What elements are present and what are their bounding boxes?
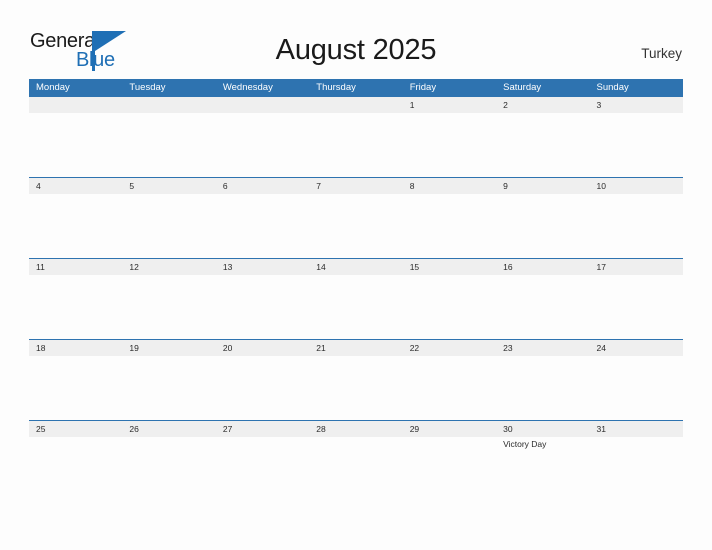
day-event [403, 275, 496, 339]
page-header: General Blue August 2025 Turkey [0, 0, 712, 78]
day-number[interactable]: 28 [309, 421, 402, 437]
week-event-area [29, 275, 683, 339]
day-event [590, 275, 683, 339]
week-row: 1 2 3 [29, 96, 683, 177]
day-event-victory-day: Victory Day [503, 439, 547, 449]
day-number[interactable]: 31 [590, 421, 683, 437]
day-number[interactable] [122, 97, 215, 113]
day-number[interactable]: 11 [29, 259, 122, 275]
day-event [122, 275, 215, 339]
day-event [590, 437, 683, 501]
day-number[interactable]: 24 [590, 340, 683, 356]
day-number[interactable]: 27 [216, 421, 309, 437]
day-number[interactable]: 19 [122, 340, 215, 356]
weekday-sunday: Sunday [596, 82, 629, 93]
week-date-band: 25 26 27 28 29 30 31 [29, 421, 683, 437]
day-number[interactable]: 17 [590, 259, 683, 275]
day-number[interactable]: 26 [122, 421, 215, 437]
day-event [216, 194, 309, 258]
day-number[interactable]: 14 [309, 259, 402, 275]
day-event [122, 194, 215, 258]
weekday-saturday: Saturday [503, 82, 542, 93]
day-number[interactable]: 22 [403, 340, 496, 356]
week-date-band: 18 19 20 21 22 23 24 [29, 340, 683, 356]
week-event-area [29, 356, 683, 420]
day-number[interactable]: 9 [496, 178, 589, 194]
day-number[interactable]: 18 [29, 340, 122, 356]
day-event [309, 437, 402, 501]
day-number[interactable]: 6 [216, 178, 309, 194]
day-number[interactable]: 20 [216, 340, 309, 356]
weekday-monday: Monday [36, 82, 70, 93]
day-number[interactable]: 12 [122, 259, 215, 275]
day-event [590, 113, 683, 177]
country-label: Turkey [641, 46, 682, 61]
day-event [403, 113, 496, 177]
month-calendar: Monday Tuesday Wednesday Thursday Friday… [29, 79, 683, 501]
day-event [496, 275, 589, 339]
week-date-band: 1 2 3 [29, 97, 683, 113]
day-event [216, 275, 309, 339]
day-event [403, 356, 496, 420]
day-event [216, 437, 309, 501]
day-event [496, 356, 589, 420]
day-number[interactable] [29, 97, 122, 113]
day-number[interactable] [309, 97, 402, 113]
day-event [496, 194, 589, 258]
day-event [403, 194, 496, 258]
day-event [496, 113, 589, 177]
weekday-wednesday: Wednesday [222, 82, 273, 93]
day-event [122, 113, 215, 177]
day-event [309, 113, 402, 177]
day-number[interactable]: 10 [590, 178, 683, 194]
day-number[interactable]: 2 [496, 97, 589, 113]
day-event [29, 113, 122, 177]
day-number[interactable] [216, 97, 309, 113]
day-event [590, 194, 683, 258]
day-number[interactable]: 1 [403, 97, 496, 113]
day-number[interactable]: 30 [496, 421, 589, 437]
weekday-header-row: Monday Tuesday Wednesday Thursday Friday… [29, 79, 683, 96]
week-date-band: 11 12 13 14 15 16 17 [29, 259, 683, 275]
day-event [29, 356, 122, 420]
day-event [29, 194, 122, 258]
calendar-page: General Blue August 2025 Turkey Monday T… [0, 0, 712, 550]
day-number[interactable]: 5 [122, 178, 215, 194]
week-event-area: Victory Day [29, 437, 683, 501]
day-number[interactable]: 8 [403, 178, 496, 194]
day-number[interactable]: 16 [496, 259, 589, 275]
week-event-area [29, 113, 683, 177]
weekday-tuesday: Tuesday [129, 82, 166, 93]
weekday-thursday: Thursday [316, 82, 356, 93]
day-number[interactable]: 13 [216, 259, 309, 275]
day-number[interactable]: 25 [29, 421, 122, 437]
week-event-area [29, 194, 683, 258]
day-event [309, 194, 402, 258]
day-event [309, 356, 402, 420]
day-number[interactable]: 21 [309, 340, 402, 356]
day-event [590, 356, 683, 420]
weekday-friday: Friday [409, 82, 437, 93]
day-number[interactable]: 15 [403, 259, 496, 275]
week-row: 18 19 20 21 22 23 24 [29, 339, 683, 420]
day-event [122, 356, 215, 420]
week-row: 25 26 27 28 29 30 31 Victory Day [29, 420, 683, 501]
day-event [29, 437, 122, 501]
week-row: 4 5 6 7 8 9 10 [29, 177, 683, 258]
day-number[interactable]: 4 [29, 178, 122, 194]
day-event [403, 437, 496, 501]
day-event [216, 356, 309, 420]
day-event [216, 113, 309, 177]
page-title: August 2025 [275, 34, 437, 66]
day-number[interactable]: 23 [496, 340, 589, 356]
day-event [122, 437, 215, 501]
week-date-band: 4 5 6 7 8 9 10 [29, 178, 683, 194]
day-number[interactable]: 7 [309, 178, 402, 194]
day-event [29, 275, 122, 339]
week-row: 11 12 13 14 15 16 17 [29, 258, 683, 339]
day-event [309, 275, 402, 339]
day-number[interactable]: 3 [590, 97, 683, 113]
day-number[interactable]: 29 [403, 421, 496, 437]
